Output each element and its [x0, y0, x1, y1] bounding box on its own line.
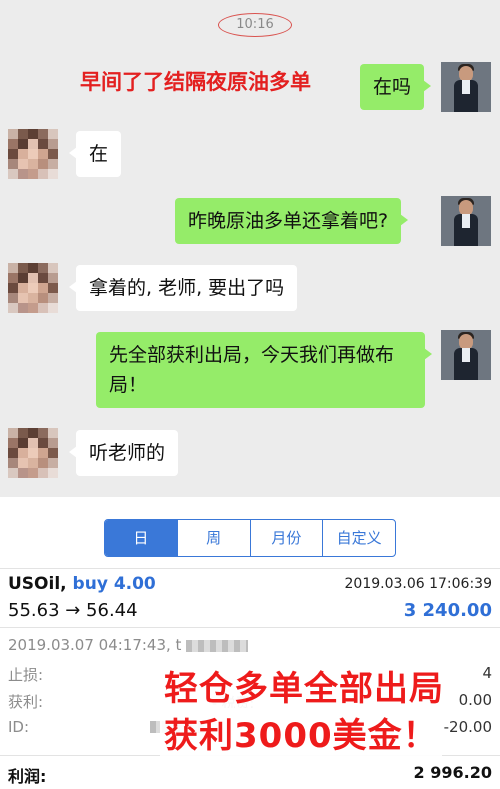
student-avatar[interactable] — [8, 428, 58, 478]
message-bubble-outgoing[interactable]: 昨晚原油多单还拿着吧? — [175, 198, 409, 244]
trade-symbol[interactable]: USOil, buy 4.00 — [8, 574, 156, 594]
chat-timestamp: 10:16 — [218, 13, 292, 37]
period-segmented-control: 日 周 月份 自定义 — [104, 519, 396, 557]
tab-day[interactable]: 日 — [105, 520, 178, 556]
stop-loss-value: 4 — [482, 664, 492, 682]
divider — [0, 568, 500, 569]
total-profit-label: 利润: — [8, 767, 47, 786]
tab-custom[interactable]: 自定义 — [323, 520, 395, 556]
message-bubble-outgoing[interactable]: 先全部获利出局，今天我们再做布局！ — [96, 332, 432, 408]
teacher-avatar[interactable] — [441, 330, 491, 380]
annotation-note: 早间了了结隔夜原油多单 — [80, 70, 311, 94]
open-info: 2019.03.07 04:17:43, t — [8, 636, 249, 654]
commission-value: -20.00 — [443, 718, 492, 736]
teacher-avatar[interactable] — [441, 196, 491, 246]
take-profit-label: 获利: — [8, 693, 44, 711]
student-avatar[interactable] — [8, 263, 58, 313]
open-time: 2019.03.07 04:17:43, t — [8, 636, 182, 654]
redacted-id — [150, 721, 206, 733]
tax-label: - 税费: — [212, 696, 255, 712]
stop-loss-label: 止损: — [8, 666, 44, 684]
redacted-text — [186, 639, 249, 652]
message-bubble-incoming[interactable]: 听老师的 — [68, 430, 179, 476]
price-change: 55.63 → 56.44 — [8, 600, 138, 621]
chat-area: 10:16 早间了了结隔夜原油多单 在吗 在 昨晚原油多单还拿着吧? 拿着的, … — [0, 0, 500, 497]
message-bubble-outgoing[interactable]: 在吗 — [360, 64, 432, 110]
trade-profit: 3 240.00 — [403, 600, 492, 621]
divider — [0, 755, 500, 756]
id-label: ID: — [8, 718, 30, 736]
tab-month[interactable]: 月份 — [251, 520, 324, 556]
tab-week[interactable]: 周 — [178, 520, 251, 556]
teacher-avatar[interactable] — [441, 62, 491, 112]
symbol-name: USOil, — [8, 574, 67, 594]
tax-value: 0.00 — [458, 691, 492, 709]
message-bubble-incoming[interactable]: 在 — [68, 131, 122, 177]
divider — [0, 627, 500, 628]
trade-direction: buy 4.00 — [72, 574, 156, 594]
close-time: 2019.03.06 17:06:39 — [344, 576, 493, 592]
total-profit-value: 2 996.20 — [413, 763, 492, 782]
message-bubble-incoming[interactable]: 拿着的, 老师, 要出了吗 — [68, 265, 298, 311]
trade-history-panel: 日 周 月份 自定义 USOil, buy 4.00 2019.03.06 17… — [0, 497, 500, 789]
student-avatar[interactable] — [8, 129, 58, 179]
